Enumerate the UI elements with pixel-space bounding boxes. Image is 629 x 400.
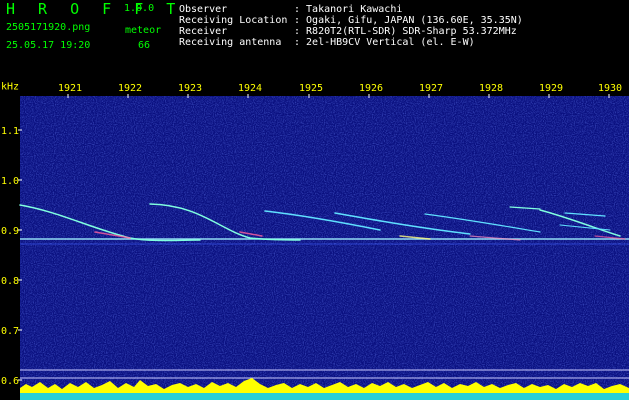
freq-axis-band bbox=[0, 96, 20, 400]
time-tick-label: 1925 bbox=[299, 83, 323, 94]
file-name: 2505171920.png bbox=[6, 22, 91, 33]
info-key: Observer bbox=[179, 4, 228, 15]
header: H R O F F T 1.0.0 2505171920.png meteor … bbox=[0, 0, 629, 80]
observation-info: Observer : Takanori Kawachi Receiving Loc… bbox=[179, 4, 523, 48]
info-value: : 2el-HB9CV Vertical (el. E-W) bbox=[294, 37, 475, 48]
time-tick-label: 1921 bbox=[58, 83, 82, 94]
time-tick-label: 1928 bbox=[479, 83, 503, 94]
info-row-receiver: Receiver : R820T2(RTL-SDR) SDR-Sharp 53.3… bbox=[179, 26, 523, 37]
info-value: : Ogaki, Gifu, JAPAN (136.60E, 35.35N) bbox=[294, 15, 523, 26]
time-tick-label: 1926 bbox=[359, 83, 383, 94]
time-tick-label: 1924 bbox=[238, 83, 262, 94]
app-version: 1.0.0 bbox=[124, 3, 155, 14]
freq-tick-label: 0.9 bbox=[1, 226, 19, 237]
activity-baseline bbox=[20, 393, 629, 400]
freq-tick-label: 1.1 bbox=[1, 126, 19, 137]
time-tick-label: 1929 bbox=[539, 83, 563, 94]
time-tick-label: 1922 bbox=[118, 83, 142, 94]
freq-tick-label: 1.0 bbox=[1, 176, 19, 187]
info-key: Receiving Location bbox=[179, 15, 288, 26]
info-key: Receiver bbox=[179, 26, 228, 37]
time-tick-label: 1927 bbox=[419, 83, 443, 94]
app-logo: H R O F F T bbox=[6, 0, 183, 18]
info-row-antenna: Receiving antenna : 2el-HB9CV Vertical (e… bbox=[179, 37, 523, 48]
info-value: : R820T2(RTL-SDR) SDR-Sharp 53.372MHz bbox=[294, 26, 517, 37]
info-key: Receiving antenna bbox=[179, 37, 282, 48]
info-value: : Takanori Kawachi bbox=[294, 4, 403, 15]
spectrogram-noise-sparkle bbox=[20, 96, 629, 388]
spectrogram: 1921 1922 1923 1924 1925 1926 1927 1928 … bbox=[0, 80, 629, 400]
time-tick-label: 1923 bbox=[178, 83, 202, 94]
meteor-count: 66 bbox=[138, 40, 151, 51]
info-row-location: Receiving Location : Ogaki, Gifu, JAPAN (… bbox=[179, 15, 523, 26]
freq-axis-unit: kHz bbox=[1, 81, 19, 92]
info-row-observer: Observer : Takanori Kawachi bbox=[179, 4, 523, 15]
meteor-label: meteor bbox=[125, 25, 162, 36]
file-datetime: 25.05.17 19:20 bbox=[6, 40, 91, 51]
freq-tick-label: 0.6 bbox=[1, 376, 19, 387]
time-tick-label: 1930 bbox=[598, 83, 622, 94]
freq-tick-label: 0.7 bbox=[1, 326, 19, 337]
freq-tick-label: 0.8 bbox=[1, 276, 19, 287]
